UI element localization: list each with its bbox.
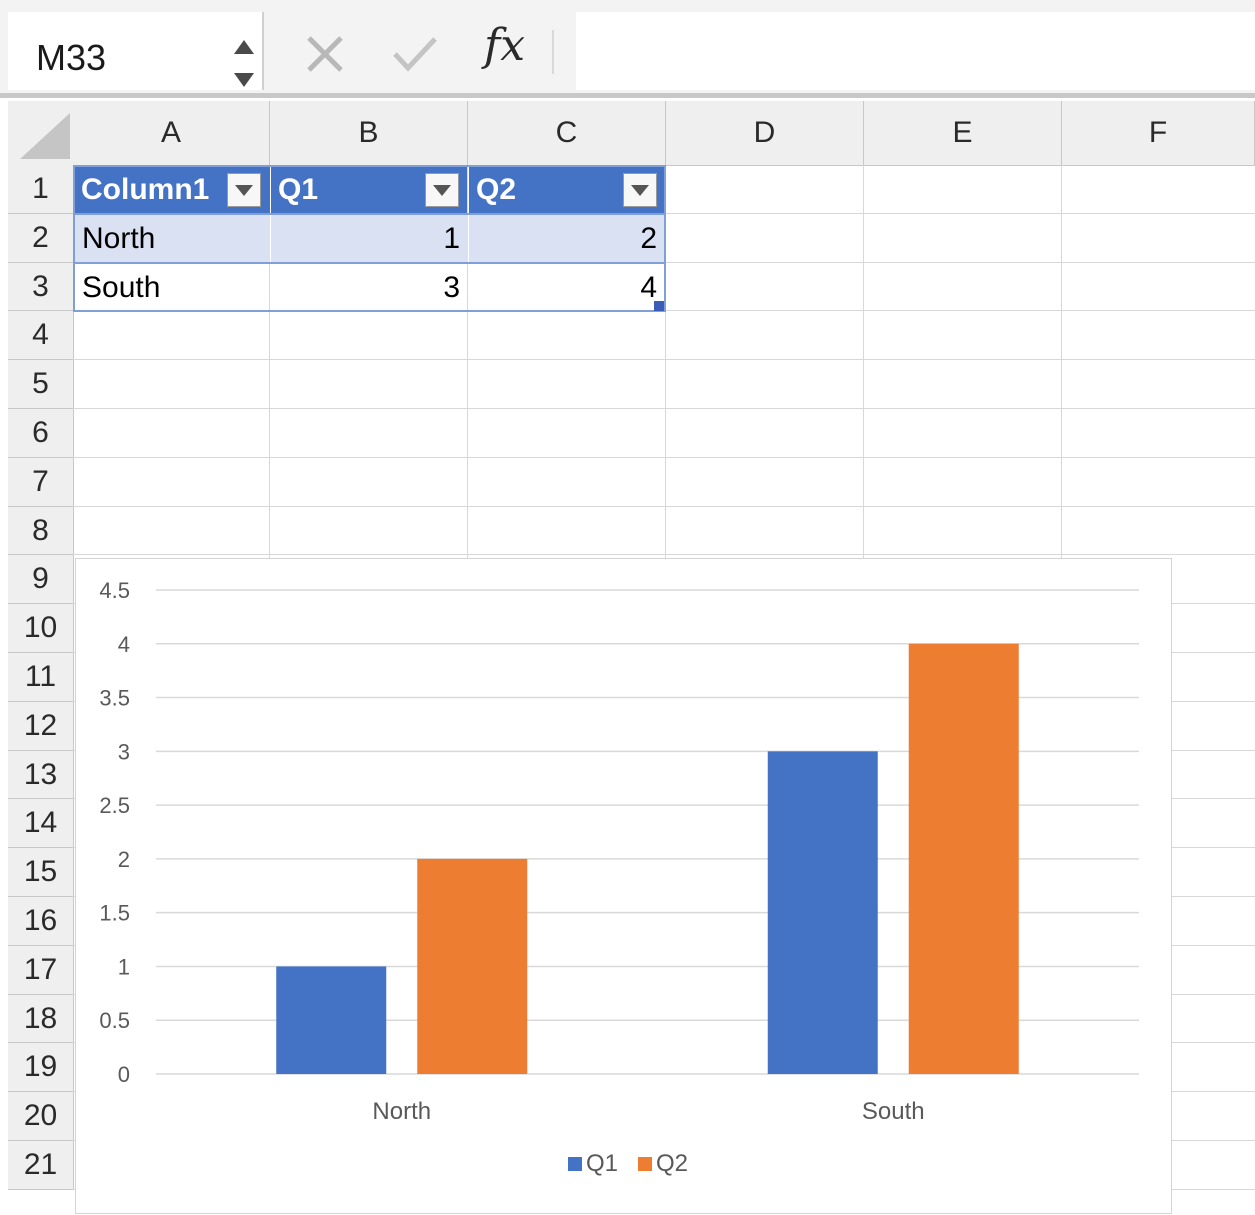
row-header[interactable]: 8 [8,507,74,555]
row-header[interactable]: 11 [8,653,74,702]
row-gridline [73,506,1255,507]
y-tick-label: 3 [118,739,130,764]
filter-dropdown-icon[interactable] [623,173,657,207]
column-header[interactable]: C [468,101,666,166]
row-gridline [73,359,1255,360]
y-tick-label: 1.5 [99,901,130,926]
table-resize-handle[interactable] [654,301,664,311]
table-cell[interactable]: 1 [271,215,468,263]
row-header[interactable]: 20 [8,1092,74,1141]
row-header[interactable]: 5 [8,360,74,409]
y-tick-label: 0 [118,1062,130,1087]
y-tick-label: 2.5 [99,793,130,818]
legend-label: Q1 [586,1150,618,1177]
row-header[interactable]: 10 [8,604,74,653]
filter-dropdown-icon[interactable] [227,173,261,207]
x-category-label: North [372,1098,431,1125]
table-cell[interactable]: 3 [271,264,468,312]
y-tick-label: 1 [118,954,130,979]
row-gridline [73,554,1255,555]
y-tick-label: 4.5 [99,578,130,603]
row-header[interactable]: 7 [8,458,74,507]
row-header[interactable]: 17 [8,946,74,995]
bar-q1-north [276,966,387,1074]
column-header[interactable]: E [864,101,1062,166]
row-header[interactable]: 3 [8,263,74,311]
legend-swatch [638,1157,652,1171]
name-box[interactable]: M33 [8,12,264,90]
table-cell[interactable]: South [74,264,270,312]
row-header[interactable]: 4 [8,311,74,360]
table-divider [73,262,666,264]
chart-canvas: 0 0.5 1 1.5 2 2.5 3 3.5 4 4.5 North South Q1 Q2 [99,578,1139,1177]
row-header[interactable]: 21 [8,1141,74,1190]
stepper-down-icon[interactable] [234,73,254,87]
legend-swatch [568,1157,582,1171]
column-chart[interactable]: 0 0.5 1 1.5 2 2.5 3 3.5 4 4.5 North South Q1 Q2 [75,558,1172,1214]
select-all-button[interactable] [8,101,74,166]
name-box-value[interactable]: M33 [36,40,106,76]
table-cell[interactable]: 2 [469,215,665,263]
stepper-up-icon[interactable] [234,40,254,54]
y-tick-label: 0.5 [99,1008,130,1033]
legend-label: Q2 [656,1150,688,1177]
table-cell[interactable]: North [74,215,270,263]
confirm-icon[interactable] [392,36,438,72]
row-header[interactable]: 13 [8,751,74,799]
row-header[interactable]: 1 [8,165,74,214]
table-divider [73,213,666,215]
formula-input[interactable] [576,12,1255,90]
row-header[interactable]: 6 [8,409,74,458]
row-gridline [73,457,1255,458]
row-header[interactable]: 15 [8,848,74,897]
column-header[interactable]: B [270,101,468,166]
formula-divider [552,30,554,74]
row-header[interactable]: 16 [8,897,74,946]
column-header[interactable]: F [1062,101,1255,166]
row-header[interactable]: 14 [8,799,74,848]
column-header[interactable]: A [73,101,270,166]
filter-dropdown-icon[interactable] [425,173,459,207]
select-all-icon [20,113,70,159]
column-header[interactable]: D [666,101,864,166]
y-tick-label: 4 [118,632,130,657]
bar-q1-south [767,751,878,1074]
row-gridline [73,408,1255,409]
table-cell[interactable]: 4 [469,264,665,312]
row-header[interactable]: 12 [8,702,74,751]
row-header[interactable]: 9 [8,555,74,604]
worksheet-grid[interactable]: ABCDEF 1 2 3 4 5 6 7 8 9 10 11 12 13 14 15 16 17 18 19 20 21… [0,98,1255,1214]
bar-q2-south [908,643,1019,1074]
table-header-label: Q1 [278,173,319,206]
insert-function-icon[interactable]: fx [484,24,525,68]
formula-bar: M33 fx [0,0,1255,98]
row-header[interactable]: 18 [8,995,74,1043]
y-tick-label: 3.5 [99,686,130,711]
y-tick-label: 2 [118,847,130,872]
table-header-label: Column1 [81,173,210,206]
x-category-label: South [862,1098,925,1125]
table-header-label: Q2 [476,173,517,206]
cancel-icon[interactable] [306,36,344,72]
row-header[interactable]: 19 [8,1043,74,1092]
row-header[interactable]: 2 [8,214,74,263]
bar-q2-north [417,858,528,1074]
